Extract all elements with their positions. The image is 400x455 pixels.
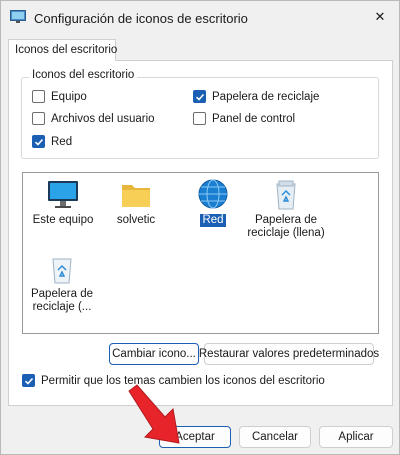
icon-item-red[interactable]: Red [178,177,248,227]
checkmark-icon [34,138,43,146]
apply-button[interactable]: Aplicar [319,426,393,448]
network-globe-icon [198,179,228,209]
checkbox-label: Panel de control [212,112,296,125]
checkbox-archivos-usuario[interactable]: Archivos del usuario [32,112,155,125]
recycle-bin-empty-icon [52,258,72,284]
change-icon-button[interactable]: Cambiar icono... [109,343,199,365]
display-settings-icon [10,10,26,24]
close-icon: ✕ [374,9,386,24]
checkbox-panel-control[interactable]: Panel de control [193,112,295,125]
icon-item-papelera-vacia[interactable]: Papelera de reciclaje (... [27,255,97,314]
checkbox-box-checked[interactable] [193,90,206,103]
checkbox-equipo[interactable]: Equipo [32,90,87,103]
checkbox-box-checked[interactable] [32,135,45,148]
icon-item-este-equipo[interactable]: Este equipo [28,179,98,227]
window-title: Configuración de iconos de escritorio [34,11,248,26]
checkbox-box[interactable] [193,112,206,125]
ok-button[interactable]: Aceptar [159,426,231,448]
desktop-icons-list[interactable]: Este equipo solvetic Red Papelera de rec… [22,172,379,334]
checkbox-label: Equipo [51,90,87,103]
button-label: Restaurar valores predeterminados [198,348,380,360]
recycle-bin-full-icon [276,180,296,210]
groupbox-legend: Iconos del escritorio [29,69,138,81]
tab-desktop-icons[interactable]: Iconos del escritorio [8,39,118,61]
folder-icon [122,185,150,207]
button-label: Aceptar [175,431,215,443]
icon-label: Este equipo [32,214,94,226]
checkbox-label: Red [51,135,73,148]
tab-label: Iconos del escritorio [15,44,118,56]
icon-item-papelera-llena[interactable]: Papelera de reciclaje (llena) [247,179,325,240]
icon-label: Red [200,214,226,227]
button-label: Aplicar [338,431,374,443]
monitor-icon [48,181,78,208]
icon-label: Papelera de reciclaje (llena) [247,214,325,239]
icon-label: Papelera de reciclaje (... [30,288,94,313]
icon-label: solvetic [116,214,156,226]
button-label: Cambiar icono... [112,348,196,360]
title-bar: Configuración de iconos de escritorio ✕ [1,1,399,35]
close-button[interactable]: ✕ [367,5,393,29]
button-label: Cancelar [251,431,299,443]
checkbox-papelera[interactable]: Papelera de reciclaje [193,90,319,103]
checkbox-box[interactable] [32,90,45,103]
checkmark-icon [195,93,204,101]
checkbox-box-checked[interactable] [22,374,35,387]
cancel-button[interactable]: Cancelar [239,426,311,448]
checkmark-icon [24,377,33,385]
checkbox-label: Permitir que los temas cambien los icono… [41,374,325,387]
checkbox-label: Papelera de reciclaje [212,90,320,103]
checkbox-red[interactable]: Red [32,135,72,148]
checkbox-box[interactable] [32,112,45,125]
icon-item-solvetic[interactable]: solvetic [101,179,171,227]
desktop-icon-settings-dialog: Configuración de iconos de escritorio ✕ … [0,0,400,455]
checkbox-allow-themes[interactable]: Permitir que los temas cambien los icono… [22,374,325,387]
restore-defaults-button[interactable]: Restaurar valores predeterminados [199,343,379,365]
checkbox-label: Archivos del usuario [51,112,155,125]
